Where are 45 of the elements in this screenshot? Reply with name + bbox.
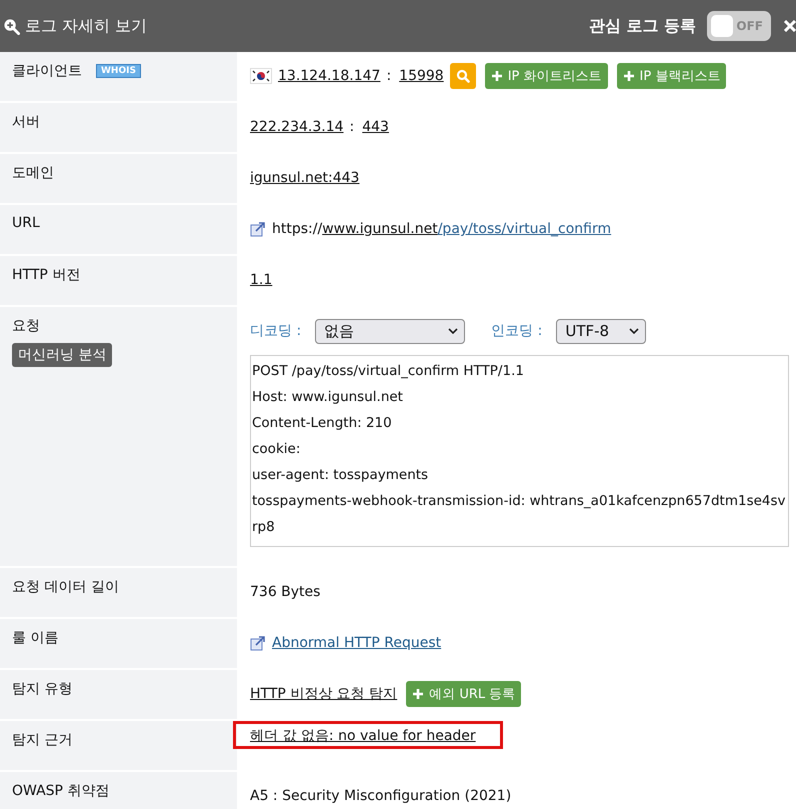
field-label: URL — [12, 215, 40, 231]
plus-icon — [622, 70, 635, 82]
window-title: 로그 자세히 보기 — [25, 16, 148, 36]
ip-link[interactable]: 13.124.18.147 — [278, 68, 380, 84]
detection-type-link[interactable]: HTTP 비정상 요청 탐지 — [250, 685, 398, 703]
rule-link[interactable]: Abnormal HTTP Request — [272, 635, 442, 651]
close-icon[interactable] — [784, 20, 796, 32]
request-body: POST /pay/toss/virtual_confirm HTTP/1.1 Host: www.igunsul.net Content-Length: 210 cookie: user-agent: tosspayments tosspayments-webhook-transmission-id: whtrans_a01kafcenzpn657dtm1se4svrp8 — [250, 355, 789, 547]
field-label: 요청 데이터 길이 — [12, 578, 119, 596]
external-link-icon — [250, 635, 266, 651]
field-label: HTTP 버전 — [12, 266, 80, 284]
field-label: 도메인 — [12, 164, 54, 182]
separator-text: : — [386, 68, 392, 84]
watch-log-label: 관심 로그 등록 — [588, 16, 696, 36]
zoom-in-icon — [3, 18, 20, 34]
value-text: A5 : Security Misconfiguration (2021) — [250, 788, 512, 804]
field-label: OWASP 취약점 — [12, 782, 110, 800]
port-link[interactable]: 15998 — [399, 68, 444, 84]
url-scheme: https:// — [272, 221, 322, 237]
decoding-label: 디코딩 : — [250, 322, 302, 340]
host-link[interactable]: www.igunsul.net — [322, 221, 438, 237]
decoding-select[interactable]: 없음 — [315, 318, 466, 344]
port-link[interactable]: 443 — [362, 119, 389, 135]
encoding-select[interactable]: UTF-8 — [556, 318, 646, 344]
field-label: 탐지 근거 — [12, 731, 72, 749]
value-link[interactable]: 1.1 — [250, 272, 272, 288]
field-label: 탐지 유형 — [12, 680, 72, 698]
plus-icon — [490, 70, 503, 82]
caret-icon — [448, 328, 458, 334]
value-link[interactable]: igunsul.net:443 — [250, 170, 360, 186]
separator-text: : — [350, 119, 354, 135]
value-text: 736 Bytes — [250, 584, 320, 600]
path-link[interactable]: /pay/toss/virtual_confirm — [438, 221, 612, 237]
encoding-label: 인코딩 : — [491, 322, 542, 340]
field-label: 룰 이름 — [12, 629, 58, 647]
external-link-icon — [250, 221, 266, 237]
ml-analysis-button[interactable]: 머신러닝 분석 — [12, 343, 112, 367]
plus-icon — [412, 688, 424, 700]
caret-icon — [629, 328, 640, 334]
field-label: 클라이언트 — [12, 62, 82, 80]
field-label: 요청 — [12, 317, 40, 335]
ip-link[interactable]: 222.234.3.14 — [250, 119, 344, 135]
search-icon — [456, 69, 470, 83]
field-label: 서버 — [12, 113, 40, 131]
value-link[interactable]: 헤더 값 없음: no value for header — [250, 727, 476, 745]
